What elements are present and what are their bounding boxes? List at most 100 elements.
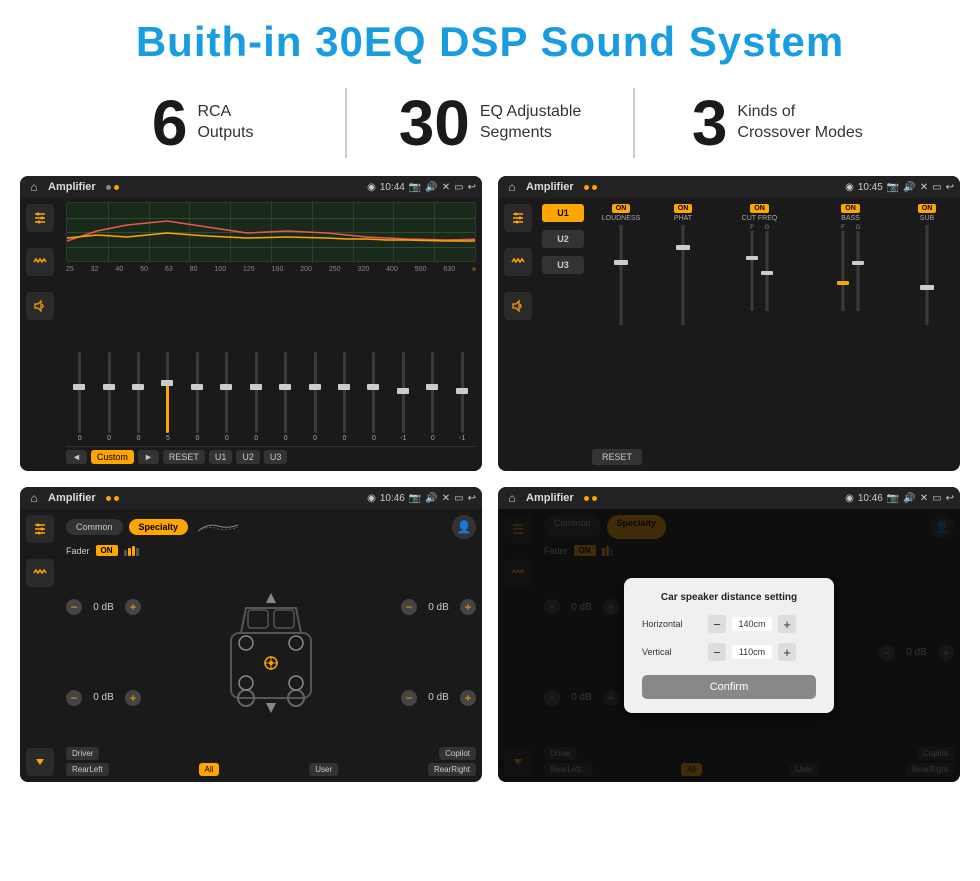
speaker-arrow-btn[interactable] xyxy=(26,748,54,776)
vol-plus-tr[interactable]: + xyxy=(460,599,476,615)
loudness-toggle[interactable]: ON xyxy=(612,204,631,213)
eq-slider-10[interactable]: 0 xyxy=(331,352,358,442)
volume-icon-3: 🔊 xyxy=(425,493,437,504)
eq-prev-btn[interactable]: ◄ xyxy=(66,450,87,464)
preset-u3[interactable]: U3 xyxy=(542,256,584,274)
phat-toggle[interactable]: ON xyxy=(674,204,693,213)
eq-play-btn[interactable]: ► xyxy=(138,450,159,464)
crossover-presets: U1 U2 U3 xyxy=(538,198,588,471)
bass-label: BASS xyxy=(841,215,860,222)
app-name-1: Amplifier xyxy=(48,181,96,193)
vol-plus-tl[interactable]: + xyxy=(125,599,141,615)
vol-plus-bl[interactable]: + xyxy=(125,690,141,706)
wave-btn-2[interactable] xyxy=(504,248,532,276)
crossover-reset-btn[interactable]: RESET xyxy=(592,449,642,465)
eq-u1-btn[interactable]: U1 xyxy=(209,450,233,464)
eq-slider-6[interactable]: 0 xyxy=(213,352,240,442)
fader-toggle[interactable]: ON xyxy=(96,545,118,556)
page-title: Buith-in 30EQ DSP Sound System xyxy=(0,0,980,78)
camera-icon-1: 📷 xyxy=(409,182,421,193)
back-icon-4[interactable]: ↩ xyxy=(946,493,954,504)
close-icon-1[interactable]: ✕ xyxy=(442,182,450,193)
minimize-icon-1[interactable]: ▭ xyxy=(454,182,463,193)
screen-crossover: ⌂ Amplifier ◉ 10:45 📷 🔊 ✕ ▭ ↩ xyxy=(498,176,960,471)
status-right-2: ◉ 10:45 📷 🔊 ✕ ▭ ↩ xyxy=(845,182,954,193)
fader-bars xyxy=(124,546,139,556)
vertical-plus[interactable]: + xyxy=(778,643,796,661)
vol-plus-br[interactable]: + xyxy=(460,690,476,706)
cutfreq-toggle[interactable]: ON xyxy=(750,204,769,213)
back-icon-1[interactable]: ↩ xyxy=(468,182,476,193)
back-icon-3[interactable]: ↩ xyxy=(468,493,476,504)
eq-label-320: 320 xyxy=(358,266,370,273)
eq-slider-5[interactable]: 0 xyxy=(184,352,211,442)
crossover-main-area: ON LOUDNESS ON PHAT xyxy=(588,198,960,471)
vol-minus-br[interactable]: − xyxy=(401,690,417,706)
confirm-button[interactable]: Confirm xyxy=(642,675,816,699)
back-icon-2[interactable]: ↩ xyxy=(946,182,954,193)
tab-specialty[interactable]: Specialty xyxy=(129,519,189,535)
eq-slider-3[interactable]: 0 xyxy=(125,352,152,442)
eq-custom-btn[interactable]: Custom xyxy=(91,450,134,464)
eq-slider-9[interactable]: 0 xyxy=(301,352,328,442)
vol-minus-tr[interactable]: − xyxy=(401,599,417,615)
close-icon-4[interactable]: ✕ xyxy=(920,493,928,504)
horizontal-plus[interactable]: + xyxy=(778,615,796,633)
vol-minus-bl[interactable]: − xyxy=(66,690,82,706)
filter-btn-3[interactable] xyxy=(26,515,54,543)
btn-user[interactable]: User xyxy=(309,763,338,776)
minimize-icon-4[interactable]: ▭ xyxy=(932,493,941,504)
eq-slider-13[interactable]: 0 xyxy=(419,352,446,442)
person-icon-3[interactable]: 👤 xyxy=(452,515,476,539)
dialog-vertical-row: Vertical − 110cm + xyxy=(642,643,816,661)
close-icon-2[interactable]: ✕ xyxy=(920,182,928,193)
wave-btn-3[interactable] xyxy=(26,559,54,587)
eq-u2-btn[interactable]: U2 xyxy=(236,450,260,464)
btn-driver[interactable]: Driver xyxy=(66,747,99,760)
filter-btn-2[interactable] xyxy=(504,204,532,232)
bass-toggle[interactable]: ON xyxy=(841,204,860,213)
home-icon-1[interactable]: ⌂ xyxy=(26,179,42,195)
speaker-btn-2[interactable] xyxy=(504,292,532,320)
tab-common[interactable]: Common xyxy=(66,519,123,535)
eq-reset-btn[interactable]: RESET xyxy=(163,450,205,464)
eq-slider-4[interactable]: 5 xyxy=(154,352,181,442)
minimize-icon-2[interactable]: ▭ xyxy=(932,182,941,193)
vol-minus-tl[interactable]: − xyxy=(66,599,82,615)
vertical-minus[interactable]: − xyxy=(708,643,726,661)
home-icon-4[interactable]: ⌂ xyxy=(504,490,520,506)
status-bar-3: ⌂ Amplifier ◉ 10:46 📷 🔊 ✕ ▭ ↩ xyxy=(20,487,482,509)
home-icon-2[interactable]: ⌂ xyxy=(504,179,520,195)
section-phat: ON PHAT xyxy=(654,204,712,445)
preset-u2[interactable]: U2 xyxy=(542,230,584,248)
eq-slider-11[interactable]: 0 xyxy=(360,352,387,442)
eq-slider-12[interactable]: -1 xyxy=(390,352,417,442)
sub-toggle[interactable]: ON xyxy=(918,204,937,213)
sub-label: SUB xyxy=(920,215,934,222)
eq-main-area: 25 32 40 50 63 80 100 125 160 200 250 32… xyxy=(60,198,482,471)
eq-slider-2[interactable]: 0 xyxy=(95,352,122,442)
eq-wave-btn[interactable] xyxy=(26,248,54,276)
btn-rearright[interactable]: RearRight xyxy=(428,763,476,776)
time-2: 10:45 xyxy=(858,182,883,193)
status-right-1: ◉ 10:44 📷 🔊 ✕ ▭ ↩ xyxy=(367,182,476,193)
eq-u3-btn[interactable]: U3 xyxy=(264,450,288,464)
eq-speaker-btn[interactable] xyxy=(26,292,54,320)
minimize-icon-3[interactable]: ▭ xyxy=(454,493,463,504)
eq-filter-btn[interactable] xyxy=(26,204,54,232)
close-icon-3[interactable]: ✕ xyxy=(442,493,450,504)
eq-slider-7[interactable]: 0 xyxy=(243,352,270,442)
eq-more[interactable]: » xyxy=(472,266,476,273)
screen-distance: ⌂ Amplifier ◉ 10:46 📷 🔊 ✕ ▭ ↩ xyxy=(498,487,960,782)
btn-all[interactable]: All xyxy=(199,763,220,776)
preset-u1[interactable]: U1 xyxy=(542,204,584,222)
eq-slider-1[interactable]: 0 xyxy=(66,352,93,442)
btn-rearleft[interactable]: RearLeft xyxy=(66,763,109,776)
eq-label-250: 250 xyxy=(329,266,341,273)
home-icon-3[interactable]: ⌂ xyxy=(26,490,42,506)
eq-label-630: 630 xyxy=(443,266,455,273)
eq-slider-8[interactable]: 0 xyxy=(272,352,299,442)
horizontal-minus[interactable]: − xyxy=(708,615,726,633)
btn-copilot[interactable]: Copilot xyxy=(439,747,476,760)
eq-slider-14[interactable]: -1 xyxy=(448,352,475,442)
